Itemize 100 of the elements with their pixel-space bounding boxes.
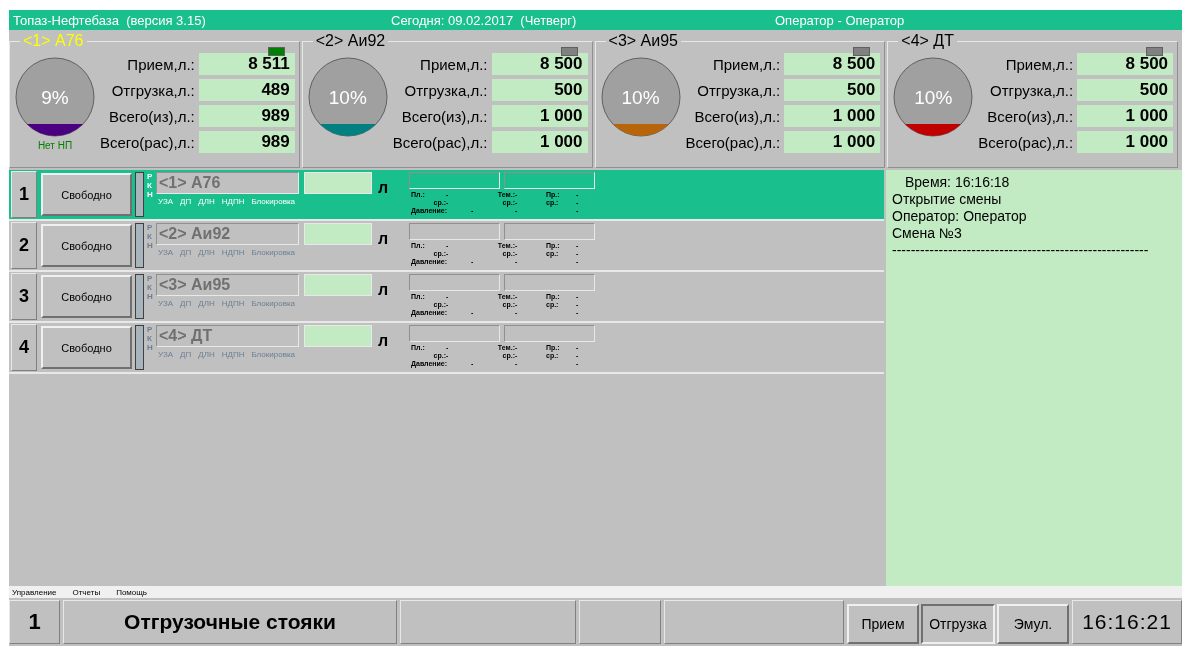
clock: 16:16:21 xyxy=(1072,600,1182,644)
flag-label: Блокировка xyxy=(251,197,296,206)
value-field: 8 500 xyxy=(1077,53,1174,75)
flag-label: ДП xyxy=(180,350,192,359)
side-indicator xyxy=(135,274,144,319)
side-letter: Р xyxy=(147,274,154,283)
flag-label: ДЛН xyxy=(198,350,215,359)
tank-name: <4> ДТ xyxy=(900,32,955,50)
volume-field[interactable] xyxy=(304,274,372,296)
side-letter: Н xyxy=(147,241,154,250)
field-label: Отгрузка,л.: xyxy=(990,81,1074,99)
unit-label: л xyxy=(378,281,390,299)
side-letter: Н xyxy=(147,190,154,199)
field-label: Отгрузка,л.: xyxy=(697,81,781,99)
mode-button[interactable]: Эмул. xyxy=(997,604,1069,644)
log-line: Смена №3 xyxy=(892,225,963,242)
field-label: Прием,л.: xyxy=(712,55,781,73)
value-field: 500 xyxy=(491,79,588,101)
flag-label: ДП xyxy=(180,248,192,257)
value-field: 489 xyxy=(198,79,295,101)
flag-label: ДЛН xyxy=(198,248,215,257)
flag-label: УЗА xyxy=(158,197,174,206)
log-line: Оператор: Оператор xyxy=(892,208,1028,225)
flag-label: Блокировка xyxy=(251,350,296,359)
log-line: Открытие смены xyxy=(892,191,1003,208)
unit-label: л xyxy=(378,179,390,197)
station-number: 3 xyxy=(11,273,37,320)
field-label: Всего(рас),л.: xyxy=(100,133,195,151)
flag-label: ДЛН xyxy=(198,197,215,206)
flag-label: НДПН xyxy=(221,197,245,206)
status-button[interactable]: Свободно xyxy=(41,275,132,318)
product-name: <2> Аи92 xyxy=(156,223,299,245)
flag-label: Блокировка xyxy=(251,248,296,257)
menu-item[interactable]: Управление xyxy=(12,587,57,597)
menu-item[interactable]: Отчеты xyxy=(72,587,101,597)
status-button[interactable]: Свободно xyxy=(41,224,132,267)
field-label: Отгрузка,л.: xyxy=(111,81,195,99)
flag-label: УЗА xyxy=(158,350,174,359)
unit-label: л xyxy=(378,332,390,350)
flag-label: ДП xyxy=(180,299,192,308)
flag-label: НДПН xyxy=(221,350,245,359)
side-indicator xyxy=(135,223,144,268)
station-number: 4 xyxy=(11,324,37,371)
flag-label: ДП xyxy=(180,197,192,206)
status-button[interactable]: Свободно xyxy=(41,173,132,216)
volume-field[interactable] xyxy=(304,325,372,347)
value-field: 989 xyxy=(198,131,295,153)
field-label: Всего(рас),л.: xyxy=(392,133,488,151)
flag-label: УЗА xyxy=(158,248,174,257)
side-letter: К xyxy=(147,283,153,292)
value-field: 1 000 xyxy=(491,131,588,153)
volume-field[interactable] xyxy=(304,223,372,245)
field-label: Всего(из),л.: xyxy=(987,107,1074,125)
field-label: Прием,л.: xyxy=(420,55,488,73)
side-letter: Н xyxy=(147,343,154,352)
fill-percent: 10% xyxy=(327,87,368,109)
flag-label: ДЛН xyxy=(198,299,215,308)
value-field: 989 xyxy=(198,105,295,127)
product-name: <3> Аи95 xyxy=(156,274,299,296)
field-label: Всего(рас),л.: xyxy=(978,133,1074,151)
field-label: Всего(из),л.: xyxy=(108,107,195,125)
flag-label: НДПН xyxy=(221,299,245,308)
product-name: <1> А76 xyxy=(156,172,299,194)
fill-percent: 10% xyxy=(620,87,661,109)
field-label: Отгрузка,л.: xyxy=(404,81,488,99)
side-letter: К xyxy=(147,181,153,190)
fill-percent: 9% xyxy=(40,87,70,109)
tank-status: Нет НП xyxy=(37,140,73,151)
value-field: 1 000 xyxy=(784,131,881,153)
volume-field[interactable] xyxy=(304,172,372,194)
field-label: Прием,л.: xyxy=(1005,55,1074,73)
flag-label: НДПН xyxy=(221,248,245,257)
field-label: Всего(из),л.: xyxy=(694,107,781,125)
mode-button[interactable]: Прием xyxy=(847,604,919,644)
side-letter: Р xyxy=(147,325,154,334)
station-number: 1 xyxy=(11,171,37,218)
station-number: 2 xyxy=(11,222,37,269)
date-label: Сегодня: 09.02.2017 (Четверг) xyxy=(391,12,578,28)
value-field: 8 500 xyxy=(784,53,881,75)
log-line: ------------------------------------------------------- xyxy=(892,242,1150,259)
field-label: Всего(из),л.: xyxy=(401,107,488,125)
value-field: 8 511 xyxy=(198,53,295,75)
log-line: Время: 16:16:18 xyxy=(904,174,1011,191)
page-title: Отгрузочные стояки xyxy=(63,600,397,644)
side-indicator xyxy=(135,325,144,370)
value-field: 500 xyxy=(1077,79,1174,101)
side-letter: К xyxy=(147,232,153,241)
tank-name: <1> А76 xyxy=(22,32,85,50)
side-letter: Р xyxy=(147,223,154,232)
tank-name: <2> Аи92 xyxy=(314,32,387,50)
app-title: Топаз-Нефтебаза (версия 3.15) xyxy=(13,12,207,28)
fill-percent: 10% xyxy=(913,87,954,109)
side-letter: Н xyxy=(147,292,154,301)
value-field: 1 000 xyxy=(784,105,881,127)
menu-item[interactable]: Помощь xyxy=(116,587,148,597)
field-label: Всего(рас),л.: xyxy=(685,133,781,151)
operator-label: Оператор - Оператор xyxy=(775,12,905,28)
value-field: 1 000 xyxy=(491,105,588,127)
status-button[interactable]: Свободно xyxy=(41,326,132,369)
mode-button[interactable]: Отгрузка xyxy=(921,604,995,644)
